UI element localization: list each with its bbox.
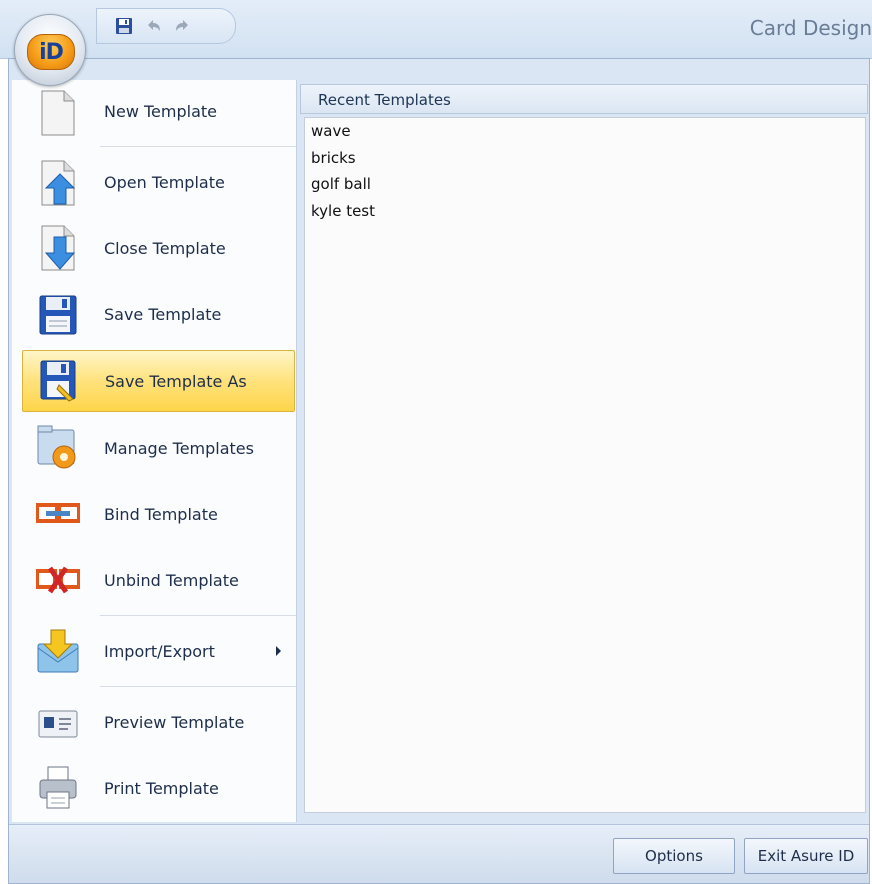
open-template-icon: [36, 160, 80, 206]
menu-item-label: Save Template: [104, 305, 222, 324]
options-button[interactable]: Options: [613, 838, 735, 874]
recent-templates-title: Recent Templates: [318, 91, 451, 109]
recent-template-item[interactable]: kyle test: [311, 202, 375, 220]
menu-item-label: Preview Template: [104, 713, 245, 732]
exit-button[interactable]: Exit Asure ID: [744, 838, 868, 874]
menu-separator: [100, 615, 296, 616]
menu-item-open-template[interactable]: Open Template: [12, 150, 296, 214]
close-template-icon: [36, 225, 80, 271]
recent-template-item[interactable]: bricks: [311, 149, 356, 167]
import-export-icon: [36, 628, 80, 674]
redo-icon[interactable]: [171, 15, 193, 37]
menu-separator: [100, 686, 296, 687]
menu-item-bind-template[interactable]: Bind Template: [12, 482, 296, 546]
bind-icon: [36, 491, 80, 537]
menu-item-save-template[interactable]: Save Template: [12, 282, 296, 346]
menu-item-label: Import/Export: [104, 642, 215, 661]
menu-item-unbind-template[interactable]: Unbind Template: [12, 548, 296, 612]
recent-template-item[interactable]: wave: [311, 122, 351, 140]
menu-item-label: Manage Templates: [104, 439, 254, 458]
window-title: Card Design: [749, 16, 872, 40]
new-document-icon: [36, 90, 80, 136]
menu-item-new-template[interactable]: New Template: [12, 80, 296, 146]
menu-item-label: Open Template: [104, 173, 225, 192]
save-as-icon: [37, 358, 81, 404]
recent-templates-list: wave bricks golf ball kyle test: [304, 117, 866, 813]
printer-icon: [36, 765, 80, 811]
manage-templates-icon: [36, 424, 80, 470]
application-button[interactable]: iD: [14, 14, 86, 86]
title-bar: Card Design: [0, 0, 872, 59]
app-logo-text: iD: [39, 39, 64, 65]
menu-item-label: Bind Template: [104, 505, 218, 524]
quick-access-toolbar: [96, 8, 236, 44]
menu-item-print-template[interactable]: Print Template: [12, 756, 296, 820]
menu-footer: [9, 824, 869, 883]
submenu-arrow-icon: [276, 646, 281, 656]
preview-icon: [36, 701, 80, 747]
unbind-icon: [36, 557, 80, 603]
menu-item-label: Close Template: [104, 239, 226, 258]
menu-item-save-template-as[interactable]: Save Template As: [22, 350, 295, 412]
save-icon[interactable]: [113, 15, 135, 37]
menu-item-import-export[interactable]: Import/Export: [12, 618, 296, 684]
undo-icon[interactable]: [143, 15, 165, 37]
app-logo-icon: iD: [27, 34, 75, 70]
menu-item-label: Unbind Template: [104, 571, 239, 590]
menu-separator: [100, 146, 296, 147]
menu-item-label: Save Template As: [105, 372, 247, 391]
menu-item-label: Print Template: [104, 779, 219, 798]
menu-item-preview-template[interactable]: Preview Template: [12, 690, 296, 754]
menu-item-label: New Template: [104, 102, 217, 121]
recent-template-item[interactable]: golf ball: [311, 175, 371, 193]
recent-templates-header: Recent Templates: [300, 84, 868, 114]
save-icon: [36, 292, 80, 338]
menu-item-close-template[interactable]: Close Template: [12, 216, 296, 280]
menu-item-manage-templates[interactable]: Manage Templates: [12, 416, 296, 480]
